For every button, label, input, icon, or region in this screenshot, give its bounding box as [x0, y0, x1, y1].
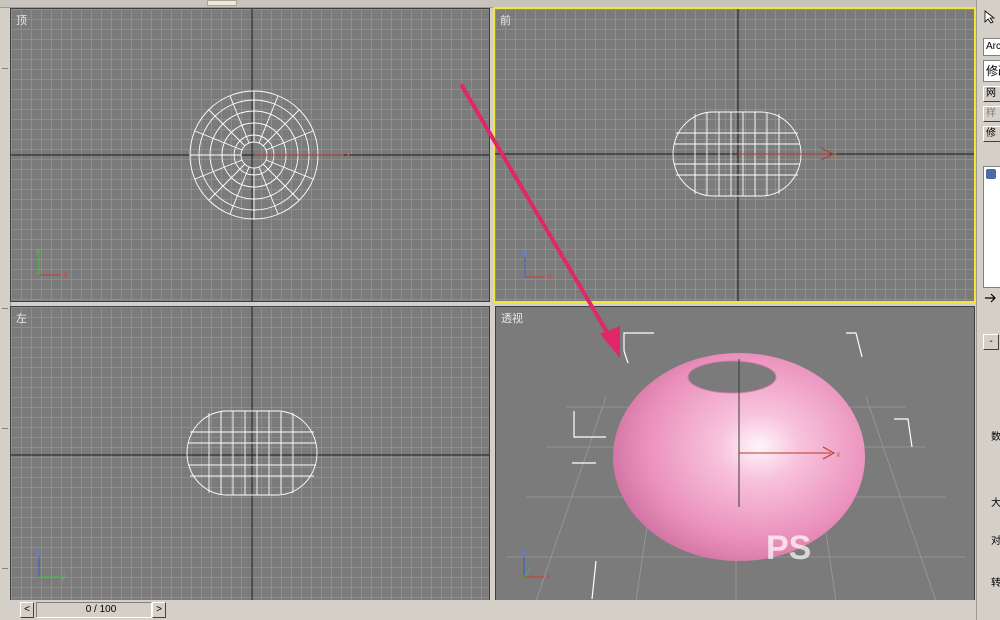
timeline-bar: < 0 / 100 > [10, 600, 976, 620]
param-label-3: 对 [991, 536, 1000, 547]
modifier-stack-list[interactable] [983, 166, 1000, 288]
time-slider-thumb[interactable]: 0 / 100 [51, 603, 151, 617]
panel-button-1[interactable]: 网 [983, 86, 1000, 102]
pin-stack-icon[interactable] [983, 292, 999, 304]
panel-button-3[interactable]: 修 [983, 126, 1000, 142]
object-name-field[interactable]: Arc [983, 38, 1000, 56]
modifier-item-icon[interactable] [986, 169, 996, 179]
command-panel: Arc 修改 网 样 修 - 数 大 对 转 [976, 0, 1000, 620]
timeline-prev-button[interactable]: < [20, 602, 34, 618]
time-slider[interactable]: 0 / 100 [36, 602, 152, 618]
annotation-overlay [460, 84, 620, 358]
panel-button-2[interactable]: 样 [983, 106, 1000, 122]
modifier-list-dropdown[interactable]: 修改 [983, 60, 1000, 82]
param-label-2: 大 [991, 498, 1000, 509]
annotation-arrow-shaft [460, 84, 616, 346]
timeline-next-button[interactable]: > [152, 602, 166, 618]
select-cursor-icon[interactable] [983, 10, 997, 24]
max-application: 顶 x x y 前 x x z 左 y z 透视 x PS x z < 0 / … [0, 0, 1000, 620]
rollout-collapse-button[interactable]: - [983, 334, 999, 350]
param-label-1: 数 [991, 432, 1000, 443]
param-label-4: 转 [991, 578, 1000, 589]
annotation-arrow-head [600, 326, 620, 358]
